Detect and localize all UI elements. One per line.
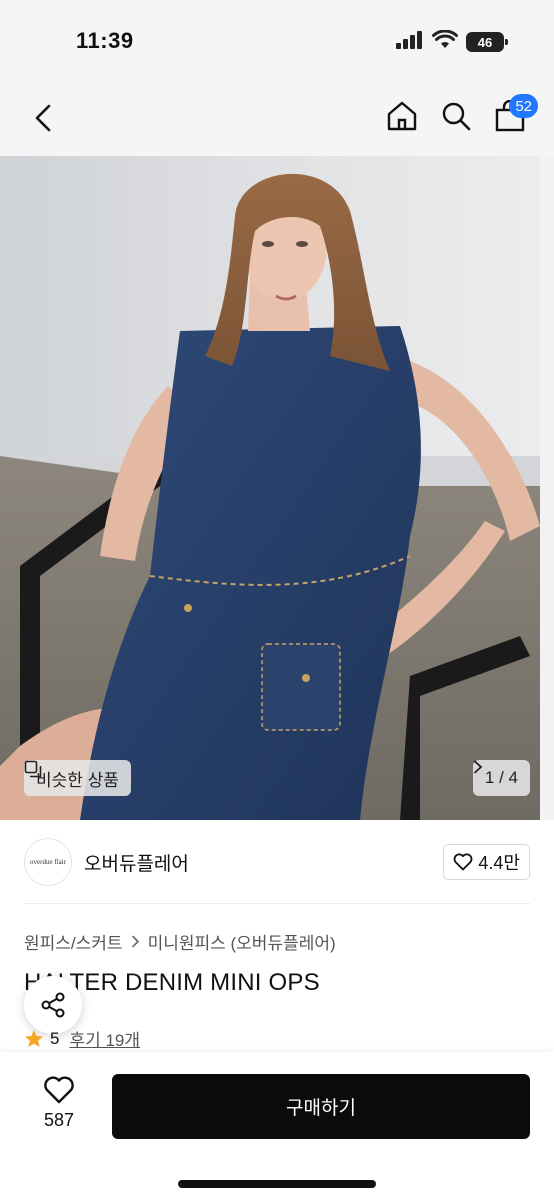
brand-logo-text: overdue flair (30, 858, 66, 866)
brand-row[interactable]: overdue flair 오버듀플레어 4.4만 (24, 836, 530, 888)
status-bar: 11:39 46 (0, 0, 554, 82)
copy-icon (24, 760, 42, 778)
similar-products-button[interactable]: 비슷한 상품 (24, 760, 131, 796)
brand-logo[interactable]: overdue flair (24, 838, 72, 886)
rating-value: 5 (50, 1028, 60, 1048)
home-icon (387, 101, 417, 131)
cart-button[interactable]: 52 (492, 94, 538, 136)
battery-icon: 46 (466, 32, 508, 52)
divider (24, 903, 530, 904)
nav-actions: 52 (384, 94, 538, 136)
buy-button[interactable]: 구매하기 (112, 1074, 530, 1139)
nav-bar: 52 (0, 82, 554, 156)
home-indicator (178, 1180, 376, 1188)
chevron-right-icon (474, 760, 483, 774)
status-time: 11:39 (76, 28, 134, 53)
wishlist-count: 587 (43, 1110, 75, 1130)
share-icon (41, 992, 65, 1018)
back-button[interactable] (26, 100, 60, 136)
product-image-gallery[interactable]: 비슷한 상품 1 / 4 (0, 156, 554, 820)
cart-count-badge: 52 (509, 94, 538, 118)
product-photo (0, 156, 554, 820)
breadcrumb: 원피스/스커트 미니원피스 (오버듀플레어) (24, 929, 336, 954)
status-icons: 46 (396, 29, 508, 54)
heart-icon (454, 853, 473, 871)
chevron-left-icon (35, 104, 51, 132)
home-button[interactable] (384, 96, 420, 136)
breadcrumb-category[interactable]: 원피스/스커트 (24, 929, 123, 954)
star-icon (25, 1029, 43, 1047)
reviews-link[interactable]: 후기 19개 (69, 1026, 140, 1051)
bottom-action-bar: 587 구매하기 (0, 1052, 554, 1200)
wishlist-button[interactable]: 587 (30, 1076, 88, 1131)
brand-like-button[interactable]: 4.4만 (443, 844, 530, 880)
search-button[interactable] (438, 96, 474, 136)
brand-name[interactable]: 오버듀플레어 (84, 849, 189, 876)
breadcrumb-subcategory[interactable]: 미니원피스 (오버듀플레어) (148, 929, 336, 954)
rating-row: 5 후기 19개 (24, 1026, 140, 1051)
signal-icon (396, 30, 424, 54)
search-icon (442, 102, 471, 131)
brand-like-count: 4.4만 (478, 853, 520, 873)
image-pager-button[interactable]: 1 / 4 (472, 760, 530, 796)
similar-products-label: 비슷한 상품 (36, 770, 119, 790)
heart-icon (44, 1076, 74, 1104)
page-indicator: 1 / 4 (484, 768, 518, 787)
chevron-right-icon (131, 935, 139, 948)
wifi-icon (432, 29, 458, 54)
